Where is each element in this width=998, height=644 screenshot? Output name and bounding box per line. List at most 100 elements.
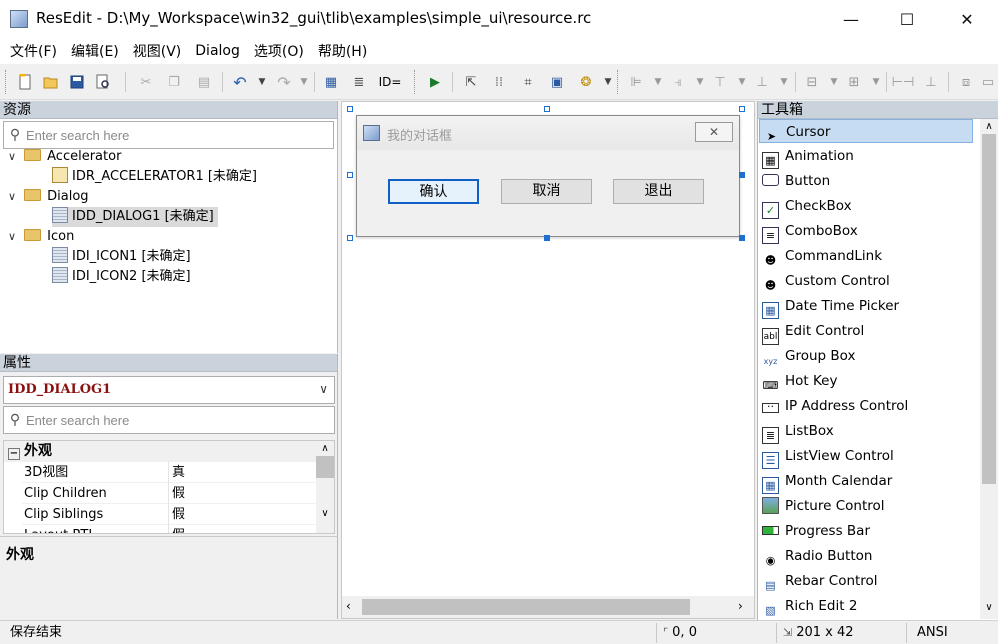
scroll-right-icon[interactable]: › (738, 599, 743, 613)
close-button[interactable]: ✕ (944, 0, 990, 38)
tool-listbox[interactable]: ≣ ListBox (759, 419, 973, 444)
minimize-button[interactable]: — (828, 0, 874, 38)
center-vertical-icon[interactable]: ⊞ (843, 71, 865, 93)
id-button[interactable]: ID= (376, 71, 404, 93)
tree-item-idi-icon1[interactable]: IDI_ICON1 [未确定] (52, 247, 191, 267)
tool-edit-control[interactable]: abl Edit Control (759, 319, 973, 345)
menu-edit[interactable]: 编辑(E) (65, 41, 125, 61)
menu-dialog[interactable]: Dialog (189, 43, 246, 59)
scroll-down-icon[interactable]: ∨ (316, 508, 334, 519)
align-bottom-icon[interactable]: ⊥ (751, 71, 773, 93)
scroll-thumb[interactable] (982, 134, 996, 484)
property-scrollbar[interactable]: ∧ ∨ (316, 441, 334, 533)
tool-progress-bar[interactable]: Progress Bar (759, 519, 973, 543)
toolbar-grip[interactable] (617, 70, 620, 94)
tree-item-idi-icon2[interactable]: IDI_ICON2 [未确定] (52, 267, 191, 287)
resize-handle[interactable] (347, 106, 353, 112)
resize-handle[interactable] (347, 235, 353, 241)
align-right-dropdown-icon[interactable]: ▼ (689, 71, 711, 93)
dialog-exit-button[interactable]: 退出 (613, 179, 704, 204)
toolbar-grip[interactable] (5, 70, 8, 94)
tool-group-box[interactable]: xyz Group Box (759, 344, 973, 368)
grid-icon[interactable]: ⁞⁞ (488, 71, 510, 93)
property-row[interactable]: Layout RTL 假 (22, 525, 316, 533)
property-value[interactable]: 假 (172, 525, 185, 533)
cut-icon[interactable]: ✂ (135, 71, 157, 93)
palette-dropdown-icon[interactable]: ▼ (597, 71, 619, 93)
tool-picture-control[interactable]: Picture Control (759, 494, 973, 518)
resize-handle[interactable] (739, 235, 745, 241)
tool-cursor[interactable]: ➤ Cursor (759, 119, 973, 143)
scroll-thumb[interactable] (362, 599, 690, 615)
chevron-down-icon[interactable]: ∨ (4, 227, 20, 247)
menu-file[interactable]: 文件(F) (4, 41, 63, 61)
palette-icon[interactable]: ❂ (575, 71, 597, 93)
space-down-icon[interactable]: ⊥ (920, 71, 942, 93)
resize-handle[interactable] (544, 235, 550, 241)
tool-month-calendar[interactable]: ▦ Month Calendar (759, 469, 973, 494)
center-horizontal-dropdown-icon[interactable]: ▼ (823, 71, 845, 93)
redo-icon[interactable]: ↷ (273, 71, 295, 93)
tree-item-idr-accelerator1[interactable]: IDR_ACCELERATOR1 [未确定] (52, 167, 257, 187)
tool-listview-control[interactable]: ☰ ListView Control (759, 444, 973, 469)
tool-rebar-control[interactable]: ▤ Rebar Control (759, 569, 973, 593)
same-size-icon[interactable]: ⧈ (955, 71, 977, 93)
tool-ip-address-control[interactable]: ·· IP Address Control (759, 394, 973, 418)
align-left-icon[interactable]: ⊫ (625, 71, 647, 93)
tool-custom-control[interactable]: ☻ Custom Control (759, 269, 973, 293)
property-value[interactable]: 假 (172, 483, 185, 504)
menu-options[interactable]: 选项(O) (248, 41, 310, 61)
tool-checkbox[interactable]: ✓ CheckBox (759, 194, 973, 219)
resize-handle[interactable] (544, 106, 550, 112)
tree-node-icon[interactable]: ∨ Icon (4, 227, 74, 247)
undo-icon[interactable]: ↶ (229, 71, 251, 93)
maximize-button[interactable]: ☐ (884, 0, 930, 38)
property-value[interactable]: 真 (172, 462, 185, 483)
save-icon[interactable] (66, 71, 88, 93)
tool-animation[interactable]: ▦ Animation (759, 144, 973, 169)
tab-order-icon[interactable]: ≣ (348, 71, 370, 93)
new-file-icon[interactable] (14, 71, 36, 93)
scroll-up-icon[interactable]: ∧ (980, 121, 998, 132)
chevron-down-icon[interactable]: ∨ (319, 382, 328, 396)
chevron-down-icon[interactable]: ∨ (4, 187, 20, 207)
align-right-icon[interactable]: ⫣ (667, 71, 689, 93)
dialog-close-icon[interactable]: ✕ (695, 122, 733, 142)
align-top-dropdown-icon[interactable]: ▼ (731, 71, 753, 93)
resources-search-input[interactable] (26, 127, 306, 143)
tree-node-dialog[interactable]: ∨ Dialog (4, 187, 89, 207)
property-value[interactable]: 假 (172, 504, 185, 525)
tree-item-idd-dialog1[interactable]: IDD_DIALOG1 [未确定] (52, 207, 218, 227)
tool-rich-edit-2[interactable]: ▧ Rich Edit 2 (759, 594, 973, 618)
resize-handle[interactable] (739, 172, 745, 178)
collapse-icon[interactable]: − (8, 448, 20, 460)
same-width-icon[interactable]: ▭ (980, 71, 996, 93)
open-folder-icon[interactable] (40, 71, 62, 93)
horizontal-scrollbar[interactable]: ‹ › (342, 596, 754, 618)
scroll-up-icon[interactable]: ∧ (316, 443, 334, 454)
dialog-titlebar[interactable]: 我的对话框 ✕ (357, 116, 739, 150)
resize-handle[interactable] (739, 106, 745, 112)
toolbar-grip[interactable] (414, 70, 417, 94)
tool-button[interactable]: Button (759, 169, 973, 193)
chevron-down-icon[interactable]: ∨ (4, 147, 20, 167)
tool-date-time-picker[interactable]: ▦ Date Time Picker (759, 294, 973, 319)
select-cursor-icon[interactable]: ⇱ (460, 71, 482, 93)
copy-icon[interactable]: ❐ (163, 71, 185, 93)
toolbox-scrollbar[interactable]: ∧ ∨ (980, 119, 998, 619)
dialog-preview[interactable]: 我的对话框 ✕ (356, 115, 740, 237)
tree-node-accelerator[interactable]: ∨ Accelerator (4, 147, 121, 167)
align-top-icon[interactable]: ⊤ (709, 71, 731, 93)
guides-icon[interactable]: ⌗ (517, 71, 539, 93)
scroll-down-icon[interactable]: ∨ (980, 602, 998, 613)
print-preview-icon[interactable] (92, 71, 114, 93)
center-vertical-dropdown-icon[interactable]: ▼ (865, 71, 887, 93)
properties-search-input[interactable] (26, 412, 306, 428)
property-category[interactable]: − 外观 (4, 441, 316, 462)
column-divider[interactable] (168, 462, 169, 533)
tool-radio-button[interactable]: ◉ Radio Button (759, 544, 973, 568)
object-selector[interactable]: IDD_DIALOG1 ∨ (3, 376, 335, 404)
property-row[interactable]: Clip Children 假 (22, 483, 316, 504)
space-across-icon[interactable]: ⊢⊣ (892, 71, 915, 93)
tool-commandlink[interactable]: ☻ CommandLink (759, 244, 973, 268)
